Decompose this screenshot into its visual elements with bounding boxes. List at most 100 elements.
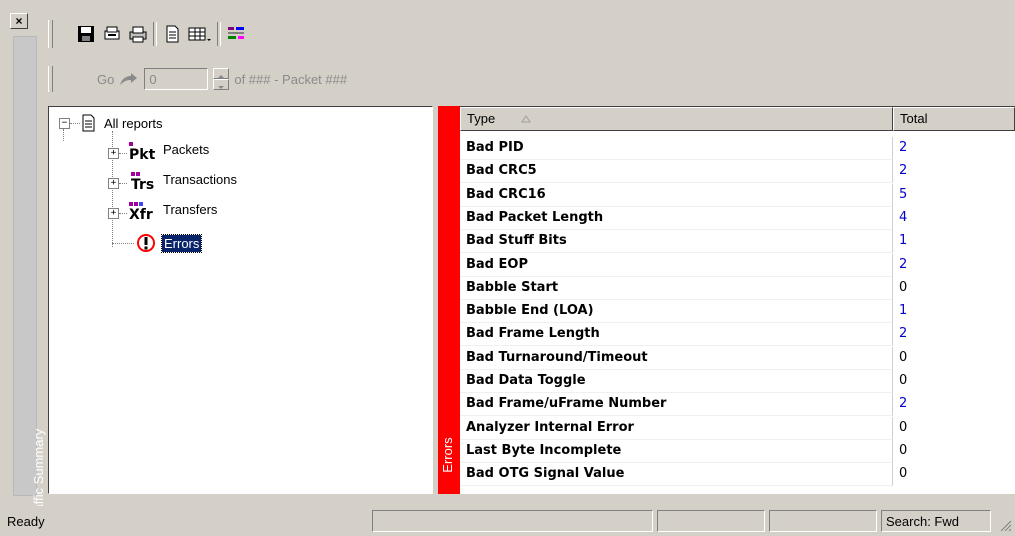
tree-item-label: Transactions (163, 171, 237, 187)
total-cell[interactable]: 2 (893, 160, 1015, 183)
total-cell: 0 (899, 466, 908, 482)
go-button-label[interactable]: Go (97, 72, 114, 87)
table-row[interactable]: Babble Start 0 (460, 276, 1015, 300)
table-row[interactable]: Bad CRC16 5 (460, 183, 1015, 207)
tree-item-label: Transfers (163, 201, 218, 217)
total-cell: 0 (899, 442, 908, 458)
save-button[interactable] (75, 23, 97, 45)
total-cell[interactable]: 1 (893, 300, 1015, 323)
type-cell: Bad CRC16 (460, 183, 893, 207)
summary-view-button[interactable] (225, 23, 247, 45)
packet-badge-icon: Pkt (127, 142, 161, 164)
table-row[interactable]: Bad Packet Length 4 (460, 206, 1015, 230)
table-row[interactable]: Babble End (LOA) 1 (460, 300, 1015, 324)
column-header-total-label: Total (900, 111, 928, 126)
collapse-icon[interactable]: − (59, 117, 70, 129)
type-cell: Babble Start (460, 276, 893, 300)
type-cell: Bad Stuff Bits (460, 230, 893, 254)
print-preview-icon (104, 26, 120, 40)
total-cell[interactable]: 1 (893, 230, 1015, 253)
close-pane-button[interactable]: × (10, 13, 28, 29)
print-icon (129, 26, 147, 43)
tree-item-transactions[interactable]: + Trs Transactions (108, 172, 237, 194)
tree-root-item[interactable]: − All reports (59, 114, 163, 132)
tree-item-packets[interactable]: + Pkt Packets (108, 142, 209, 164)
status-panel (372, 510, 653, 532)
error-icon (137, 234, 155, 252)
type-cell: Bad Packet Length (460, 206, 893, 230)
main-toolbar (48, 20, 247, 48)
errors-category-bar: Errors (438, 106, 460, 494)
toolbar-separator (217, 22, 221, 46)
type-cell: Babble End (LOA) (460, 300, 893, 324)
total-cell[interactable]: 2 (893, 254, 1015, 277)
tree-item-errors[interactable]: Errors (112, 233, 203, 253)
type-cell: Bad Frame Length (460, 323, 893, 347)
total-cell[interactable]: 4 (893, 207, 1015, 230)
tree-root-label: All reports (104, 115, 163, 131)
type-cell: Last Byte Incomplete (460, 439, 893, 463)
table-row[interactable]: Bad Data Toggle 0 (460, 370, 1015, 393)
table-row[interactable]: Bad PID 2 (460, 137, 1015, 160)
packet-number-input[interactable] (144, 68, 209, 90)
go-arrow-icon[interactable] (119, 71, 139, 87)
document-icon (166, 25, 179, 43)
toolbar-grip[interactable] (48, 20, 53, 48)
total-cell: 0 (899, 349, 908, 365)
tree-item-label-selected: Errors (160, 233, 203, 253)
stepper-up-button[interactable] (213, 68, 230, 79)
total-cell: 0 (899, 279, 908, 295)
table-row[interactable]: Bad Stuff Bits 1 (460, 230, 1015, 254)
report-tree[interactable]: − All reports + Pkt Packets + Trs Transa… (48, 106, 433, 494)
total-cell[interactable]: 5 (893, 184, 1015, 207)
navigation-toolbar: Go of ### - Packet ### (48, 66, 347, 92)
stepper-down-button[interactable] (213, 79, 230, 90)
table-row[interactable]: Analyzer Internal Error 0 (460, 416, 1015, 440)
expand-icon[interactable]: + (108, 177, 119, 189)
type-cell: Bad Frame/uFrame Number (460, 393, 893, 417)
sort-ascending-icon (520, 115, 531, 123)
resize-grip-icon[interactable] (998, 518, 1012, 532)
print-preview-button[interactable] (101, 23, 123, 45)
table-row[interactable]: Bad OTG Signal Value 0 (460, 463, 1015, 487)
document-button[interactable] (161, 23, 183, 45)
table-row[interactable]: Bad EOP 2 (460, 253, 1015, 277)
toolbar-separator (153, 22, 157, 46)
toolbar-grip[interactable] (48, 66, 53, 92)
transfer-badge-icon: Xfr (127, 202, 161, 224)
tree-item-transfers[interactable]: + Xfr Transfers (108, 202, 217, 224)
expand-icon[interactable]: + (108, 147, 119, 159)
errors-table[interactable]: Type Total Bad PID 2 Bad CRC5 2 Bad CRC16 5 Ba… (460, 106, 1015, 494)
table-row[interactable]: Bad Frame/uFrame Number 2 (460, 393, 1015, 417)
grid-view-icon (188, 27, 211, 41)
errors-bar-label: Errors (440, 437, 455, 473)
column-header-type-label: Type (467, 111, 496, 126)
total-cell[interactable]: 2 (893, 137, 1015, 160)
type-cell: Bad Data Toggle (460, 370, 893, 393)
print-button[interactable] (127, 23, 149, 45)
grid-view-button[interactable] (187, 23, 213, 45)
expand-icon[interactable]: + (108, 207, 119, 219)
type-cell: Analyzer Internal Error (460, 416, 893, 440)
status-search-text: Search: Fwd (886, 514, 959, 529)
summary-view-icon (228, 27, 244, 39)
table-row[interactable]: Bad Frame Length 2 (460, 323, 1015, 347)
table-row[interactable]: Last Byte Incomplete 0 (460, 439, 1015, 463)
type-cell: Bad OTG Signal Value (460, 463, 893, 487)
report-document-icon (82, 114, 95, 132)
table-row[interactable]: Bad Turnaround/Timeout 0 (460, 346, 1015, 370)
total-cell: 0 (899, 419, 908, 435)
table-row[interactable]: Bad CRC5 2 (460, 160, 1015, 184)
total-cell[interactable]: 2 (893, 393, 1015, 416)
column-header-type[interactable]: Type (460, 107, 893, 131)
status-ready-text: Ready (7, 514, 45, 529)
status-search-panel: Search: Fwd (881, 510, 991, 532)
column-header-total[interactable]: Total (893, 107, 1015, 131)
transaction-badge-icon: Trs (127, 172, 161, 194)
packet-stepper[interactable] (213, 68, 230, 90)
traffic-summary-strip[interactable]: Traffic Summary (13, 36, 46, 523)
type-cell: Bad Turnaround/Timeout (460, 346, 893, 370)
status-bar: Ready Search: Fwd (0, 506, 1015, 536)
status-panel (657, 510, 765, 532)
total-cell[interactable]: 2 (893, 323, 1015, 346)
